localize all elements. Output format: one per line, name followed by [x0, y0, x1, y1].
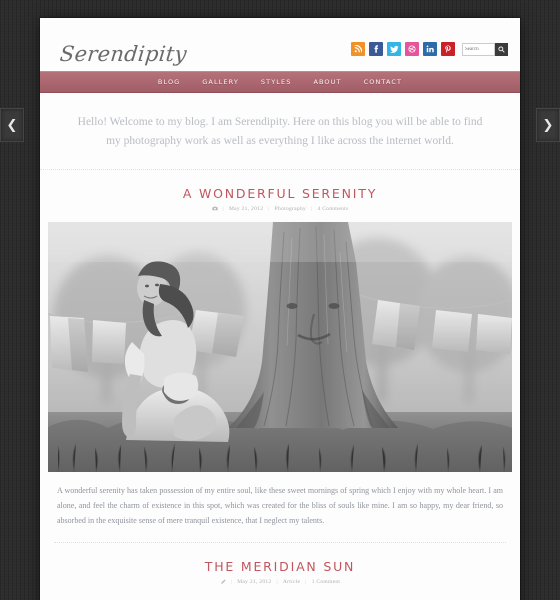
twitter-icon[interactable]: [387, 42, 401, 56]
facebook-icon[interactable]: [369, 42, 383, 56]
post-meta: | May 21, 2012 | Article | 1 Comment: [40, 579, 520, 585]
site-logo[interactable]: Serendipity: [59, 42, 188, 66]
camera-icon: [211, 206, 218, 211]
meta-separator-2: |: [268, 205, 270, 212]
pencil-icon: [220, 579, 226, 585]
main-navigation: BLOG GALLERY STYLES ABOUT CONTACT: [40, 71, 520, 93]
nav-item-gallery[interactable]: GALLERY: [202, 78, 239, 86]
meta-separator-3: |: [311, 205, 313, 212]
post-category[interactable]: Article: [283, 579, 300, 585]
post-comments-count[interactable]: 4 Comments: [317, 206, 348, 212]
post-featured-image[interactable]: [48, 221, 512, 472]
nav-item-styles[interactable]: STYLES: [261, 78, 292, 86]
linkedin-icon[interactable]: [423, 42, 437, 56]
rss-icon[interactable]: [351, 42, 365, 56]
post-comments-count[interactable]: 1 Comment: [312, 579, 341, 585]
chevron-right-icon: ❯: [542, 117, 554, 133]
photo-illustration: [48, 221, 512, 472]
post-title[interactable]: A WONDERFUL SERENITY: [40, 186, 520, 201]
post-body: A wonderful serenity has taken possessio…: [57, 485, 503, 525]
carousel-prev-button[interactable]: ❮: [0, 108, 24, 142]
nav-item-about[interactable]: ABOUT: [313, 78, 341, 86]
header-utilities: [351, 42, 508, 56]
meta-separator-2: |: [276, 579, 278, 586]
site-header: Serendipity: [40, 18, 520, 71]
search-icon: [498, 45, 505, 53]
post-date: May 21, 2012: [228, 205, 264, 212]
search-input[interactable]: [462, 42, 495, 56]
site-page: Serendipity Search BLOG GALLERY STYLES A…: [40, 18, 520, 600]
chevron-left-icon: ❮: [6, 117, 18, 133]
meta-separator-3: |: [305, 579, 307, 586]
meta-separator-1: |: [222, 205, 224, 212]
search-submit-button[interactable]: [495, 42, 508, 56]
post-the-meridian-sun: THE MERIDIAN SUN | May 21, 2012 | Articl…: [40, 543, 520, 600]
carousel-next-button[interactable]: ❯: [536, 108, 560, 142]
nav-item-contact[interactable]: CONTACT: [364, 78, 403, 86]
meta-separator-1: |: [230, 579, 233, 586]
nav-item-blog[interactable]: BLOG: [158, 78, 180, 86]
post-header: A WONDERFUL SERENITY | May 21, 2012 | Ph…: [40, 170, 520, 218]
search-form: [462, 42, 508, 56]
intro-text: Hello! Welcome to my blog. I am Serendip…: [40, 93, 520, 170]
post-body: When, while the lovely valley teems with…: [40, 591, 520, 600]
post-date: May 21, 2012: [237, 579, 272, 586]
post-title[interactable]: THE MERIDIAN SUN: [40, 559, 520, 574]
post-header: THE MERIDIAN SUN | May 21, 2012 | Articl…: [40, 543, 520, 591]
post-meta: | May 21, 2012 | Photography | 4 Comment…: [40, 206, 520, 212]
post-category[interactable]: Photography: [275, 206, 306, 212]
post-a-wonderful-serenity: A WONDERFUL SERENITY | May 21, 2012 | Ph…: [40, 170, 520, 542]
dribbble-icon[interactable]: [405, 42, 419, 56]
pinterest-icon[interactable]: [441, 42, 455, 56]
